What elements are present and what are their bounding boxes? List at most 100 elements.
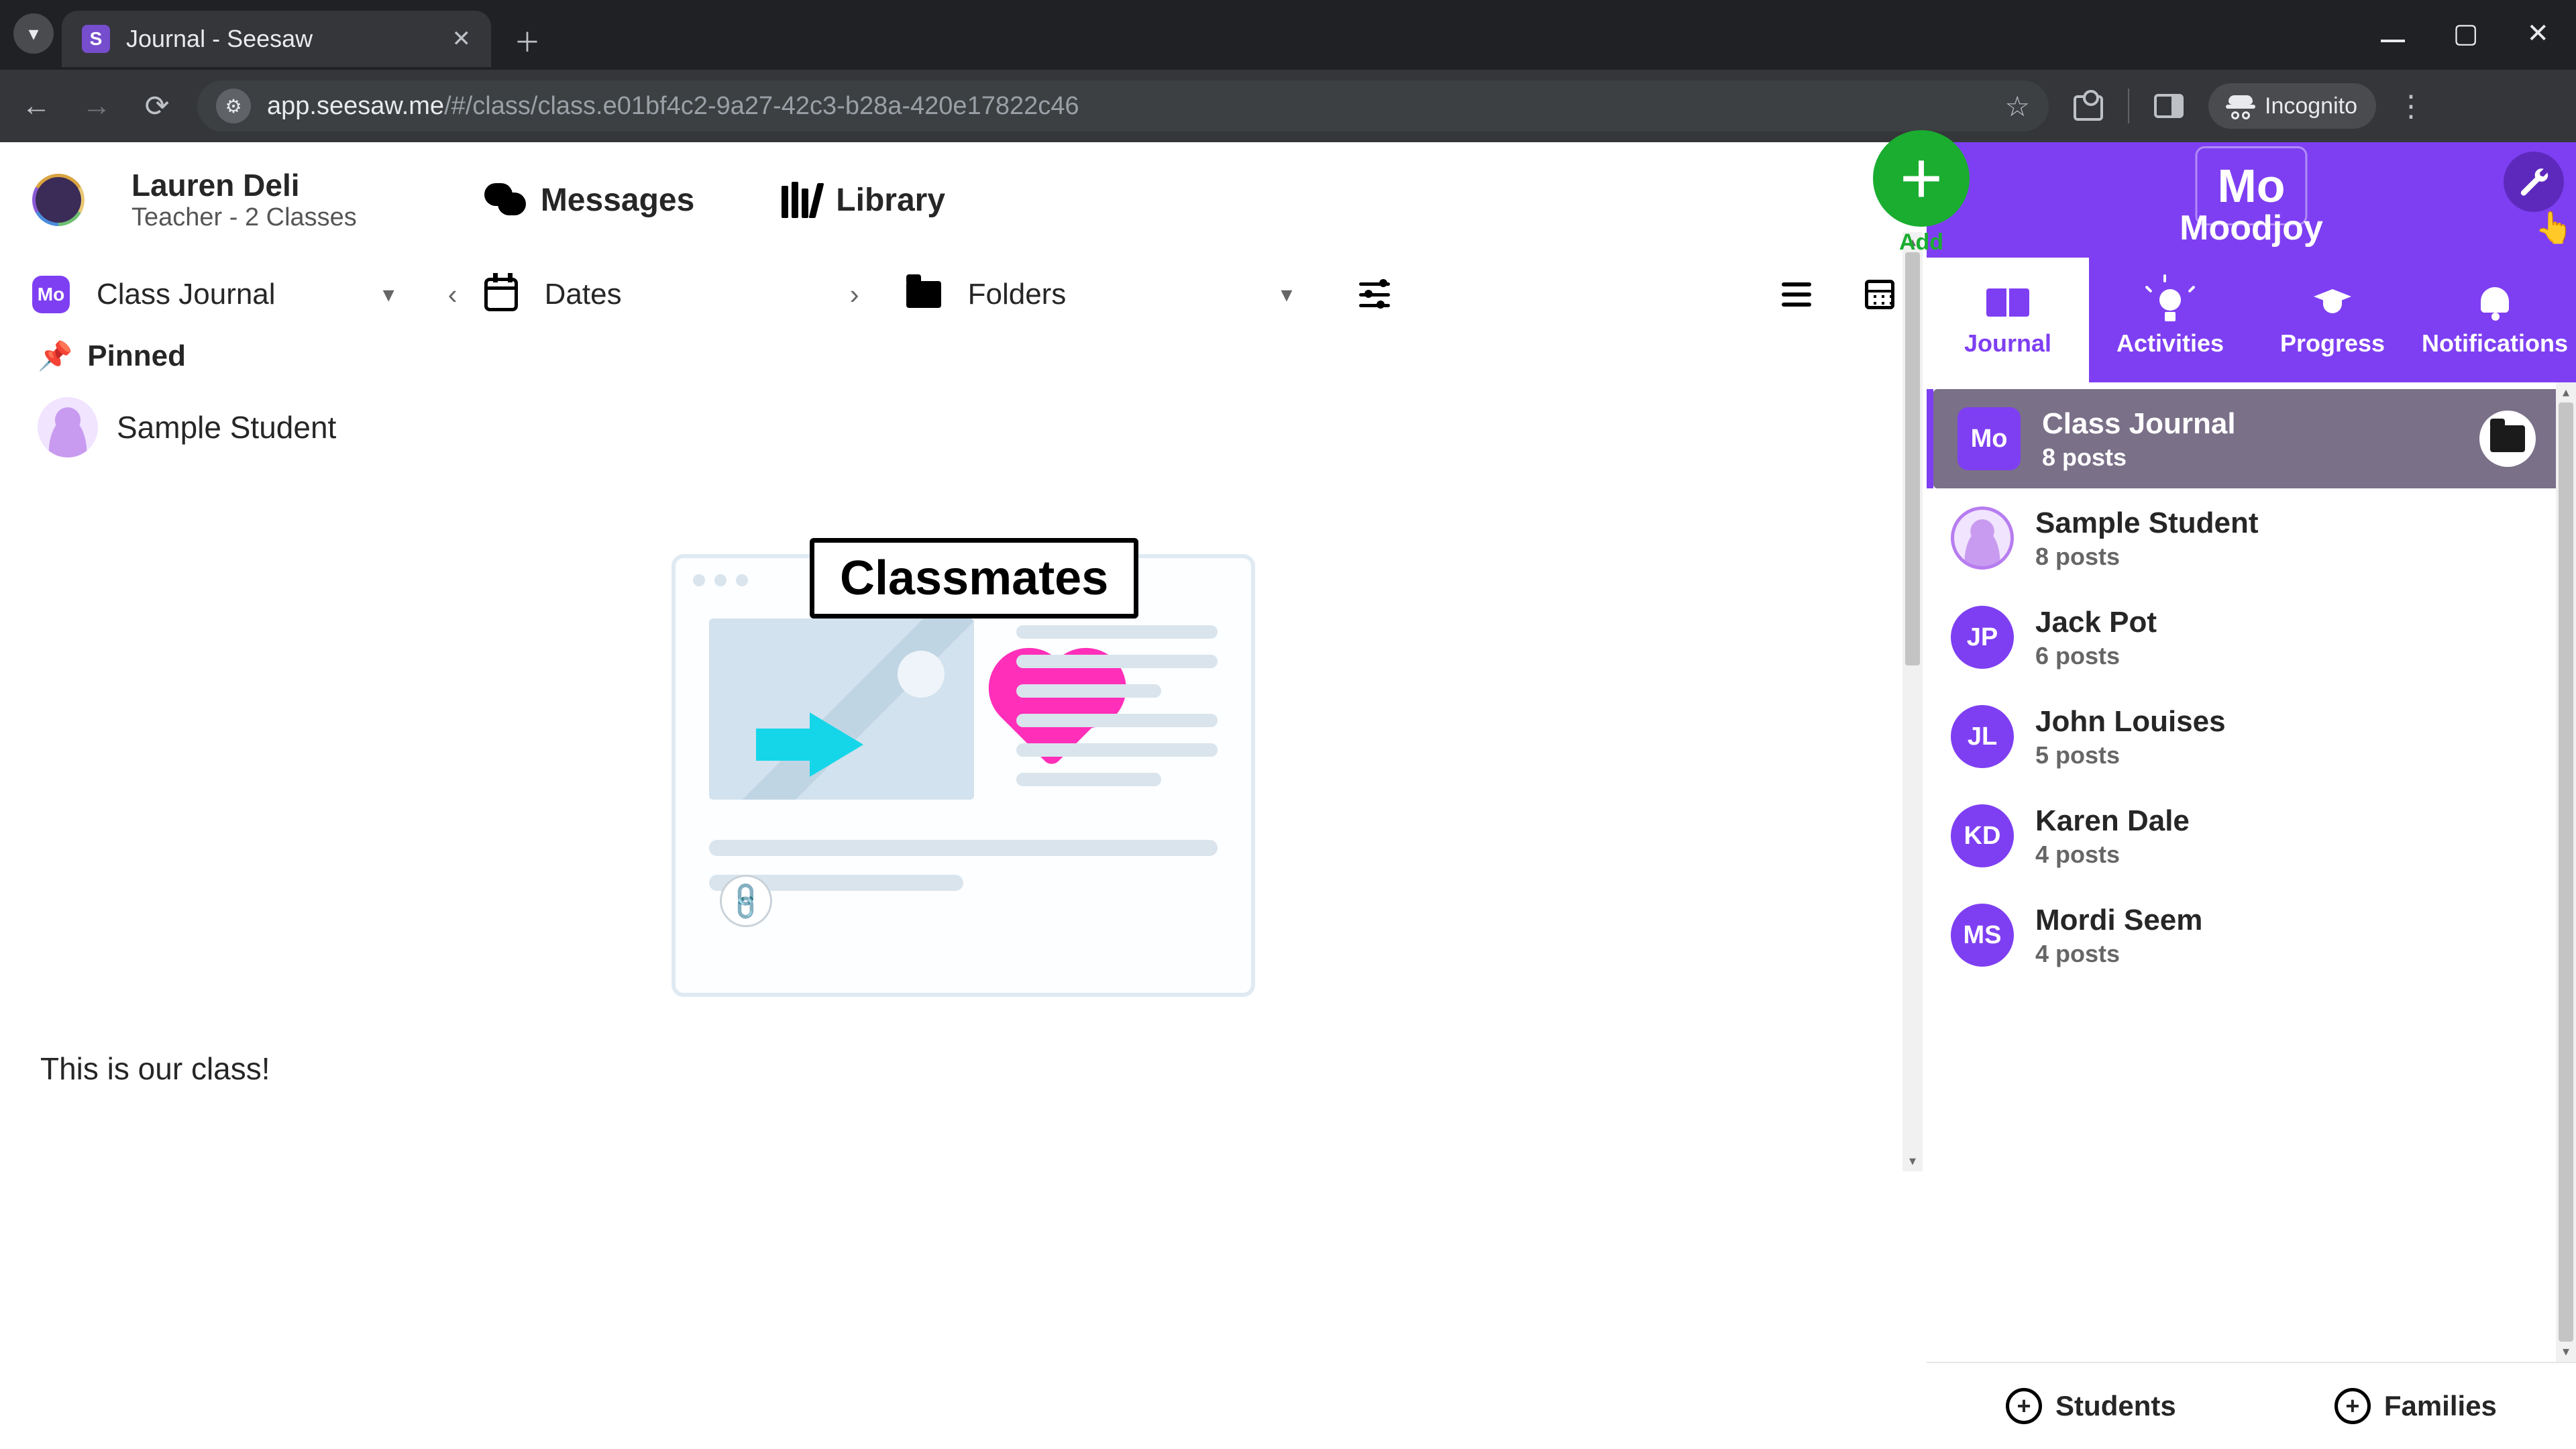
window-dots-icon bbox=[693, 574, 748, 586]
list-item-info: Class Journal8 posts bbox=[2042, 405, 2236, 472]
class-list-item[interactable]: JLJohn Louises5 posts bbox=[1927, 687, 2576, 786]
class-list: MoClass Journal8 postsSample Student8 po… bbox=[1927, 382, 2576, 1362]
close-icon[interactable]: ✕ bbox=[452, 25, 472, 52]
tab-progress[interactable]: Progress bbox=[2251, 258, 2414, 382]
add-families-button[interactable]: + Families bbox=[2334, 1388, 2497, 1424]
class-panel: + Add Mo Moodjoy 👆 Journal Activities Pr… bbox=[1927, 142, 2576, 1449]
browser-menu-button[interactable]: ⋮ bbox=[2396, 89, 2427, 123]
tab-search-button[interactable]: ▾ bbox=[13, 13, 54, 54]
messages-label: Messages bbox=[541, 182, 694, 219]
text-lines-decoration bbox=[1016, 625, 1218, 786]
class-code-badge[interactable]: Mo bbox=[2195, 146, 2307, 225]
filter-sliders-button[interactable] bbox=[1359, 281, 1390, 308]
class-list-item[interactable]: JP Jack Pot6 posts bbox=[1927, 588, 2576, 687]
class-chip[interactable]: Mo bbox=[32, 276, 70, 313]
class-journal-dropdown[interactable]: Class Journal bbox=[97, 278, 276, 311]
side-panel-button[interactable] bbox=[2149, 87, 2188, 125]
teacher-name: Lauren Deli bbox=[131, 168, 357, 203]
copy-link-button[interactable]: 🔗 bbox=[720, 875, 772, 927]
list-view-button[interactable] bbox=[1782, 282, 1811, 307]
post-badge: Classmates bbox=[810, 538, 1138, 619]
dates-dropdown[interactable]: Dates bbox=[545, 278, 622, 311]
class-settings-button[interactable] bbox=[2504, 152, 2564, 212]
incognito-icon bbox=[2227, 93, 2254, 119]
reload-button[interactable]: ⟳ bbox=[137, 86, 177, 126]
avatar: JP bbox=[1951, 606, 2014, 669]
forward-button[interactable]: → bbox=[76, 86, 117, 126]
scroll-up-icon[interactable]: ▴ bbox=[2556, 382, 2576, 402]
minimize-button[interactable] bbox=[2381, 20, 2405, 47]
tab-activities-label: Activities bbox=[2116, 329, 2224, 358]
add-button[interactable]: + bbox=[1873, 130, 1970, 227]
add-students-button[interactable]: + Students bbox=[2006, 1388, 2176, 1424]
browser-tab[interactable]: S Journal - Seesaw ✕ bbox=[62, 11, 491, 67]
app-main: Lauren Deli Teacher - 2 Classes Messages… bbox=[0, 142, 1927, 1449]
list-item-name: Mordi Seem bbox=[2035, 902, 2202, 938]
students-label: Students bbox=[2055, 1390, 2176, 1422]
lightbulb-icon bbox=[2155, 284, 2185, 321]
journal-post[interactable]: Classmates 🔗 bbox=[527, 554, 1399, 1024]
toolbar-divider bbox=[2128, 89, 2129, 123]
url-text: app.seesaw.me/#/class/class.e01bf4c2-9a2… bbox=[267, 92, 1079, 121]
extensions-button[interactable] bbox=[2069, 87, 2108, 125]
plus-circle-icon: + bbox=[2006, 1388, 2042, 1424]
incognito-label: Incognito bbox=[2265, 93, 2357, 119]
panel-icon bbox=[2154, 94, 2184, 118]
tab-progress-label: Progress bbox=[2280, 329, 2385, 358]
date-prev-button[interactable]: ‹ bbox=[448, 278, 458, 311]
teacher-avatar[interactable] bbox=[32, 174, 85, 226]
list-item-name: Jack Pot bbox=[2035, 604, 2157, 641]
list-item-name: Class Journal bbox=[2042, 405, 2236, 442]
site-settings-icon[interactable]: ⚙ bbox=[216, 89, 251, 123]
add-label: Add bbox=[1899, 229, 1943, 256]
tab-journal[interactable]: Journal bbox=[1927, 258, 2089, 382]
cursor-icon: 👆 bbox=[2535, 209, 2573, 246]
post-preview-card: Classmates 🔗 bbox=[672, 554, 1255, 997]
chevron-down-icon[interactable]: ▾ bbox=[1281, 281, 1292, 308]
families-label: Families bbox=[2384, 1390, 2497, 1422]
feed-scrollbar[interactable]: ▴ ▾ bbox=[1902, 232, 1923, 1171]
chevron-down-icon[interactable]: ▾ bbox=[383, 281, 394, 308]
class-list-item[interactable]: KDKaren Dale4 posts bbox=[1927, 786, 2576, 885]
tab-activities[interactable]: Activities bbox=[2089, 258, 2251, 382]
avatar: MS bbox=[1951, 904, 2014, 967]
post-caption: This is our class! bbox=[0, 1024, 1927, 1087]
scroll-down-icon[interactable]: ▾ bbox=[1902, 1151, 1923, 1171]
pinned-student-name: Sample Student bbox=[117, 409, 336, 445]
list-item-meta: 4 posts bbox=[2035, 938, 2202, 969]
browser-titlebar: ▾ S Journal - Seesaw ✕ ＋ ▢ ✕ bbox=[0, 0, 2576, 70]
incognito-indicator[interactable]: Incognito bbox=[2208, 83, 2376, 129]
arrow-right-icon bbox=[810, 712, 896, 777]
class-list-scrollbar[interactable]: ▴ ▾ bbox=[2556, 382, 2576, 1362]
open-folders-button[interactable] bbox=[2479, 411, 2536, 467]
class-list-item[interactable]: Sample Student8 posts bbox=[1927, 488, 2576, 588]
fade-overlay bbox=[1927, 1335, 2556, 1362]
date-next-button[interactable]: › bbox=[850, 278, 859, 311]
tab-notifications[interactable]: Notifications bbox=[2414, 258, 2576, 382]
messages-nav[interactable]: Messages bbox=[484, 182, 694, 219]
back-button[interactable]: ← bbox=[16, 86, 56, 126]
calendar-view-button[interactable] bbox=[1865, 280, 1894, 309]
list-item-name: Karen Dale bbox=[2035, 802, 2190, 839]
library-nav[interactable]: Library bbox=[782, 182, 945, 219]
bell-icon bbox=[2479, 286, 2510, 319]
list-item-info: Karen Dale4 posts bbox=[2035, 802, 2190, 869]
scroll-down-icon[interactable]: ▾ bbox=[2556, 1342, 2576, 1362]
list-item-meta: 6 posts bbox=[2035, 641, 2157, 671]
class-list-item[interactable]: MS Mordi Seem4 posts bbox=[1927, 885, 2576, 985]
list-item-info: Mordi Seem4 posts bbox=[2035, 902, 2202, 969]
pin-icon: 📌 bbox=[38, 340, 72, 373]
list-item-name: Sample Student bbox=[2035, 504, 2259, 541]
maximize-button[interactable]: ▢ bbox=[2453, 20, 2479, 47]
messages-icon bbox=[484, 183, 525, 217]
bookmark-star-icon[interactable]: ☆ bbox=[2004, 90, 2030, 123]
link-icon: 🔗 bbox=[723, 878, 769, 924]
class-list-item[interactable]: MoClass Journal8 posts bbox=[1933, 389, 2560, 488]
close-window-button[interactable]: ✕ bbox=[2526, 20, 2549, 47]
folders-dropdown[interactable]: Folders bbox=[968, 278, 1067, 311]
new-tab-button[interactable]: ＋ bbox=[507, 20, 547, 60]
pinned-student-row[interactable]: Sample Student bbox=[0, 381, 1927, 474]
list-item-meta: 8 posts bbox=[2035, 541, 2259, 572]
address-bar[interactable]: ⚙ app.seesaw.me/#/class/class.e01bf4c2-9… bbox=[197, 80, 2049, 131]
seesaw-favicon: S bbox=[82, 25, 110, 53]
